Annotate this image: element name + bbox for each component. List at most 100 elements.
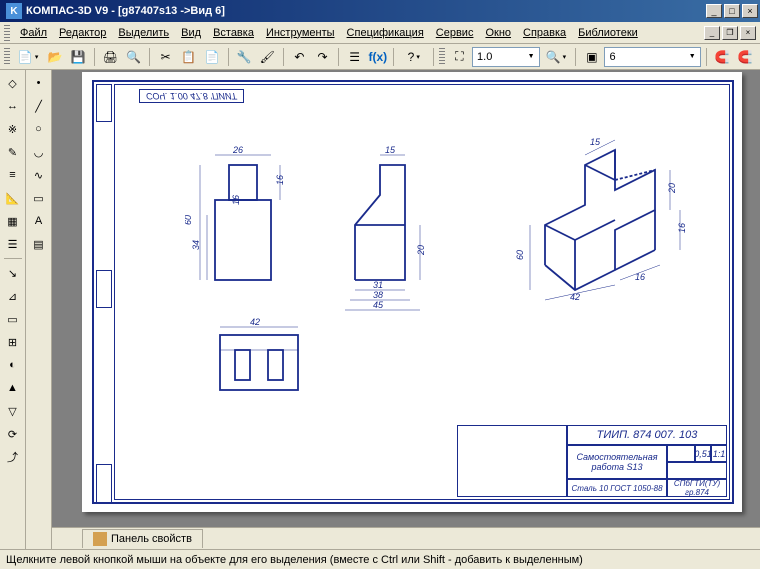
tool-icon-4[interactable]: ⊞ [2,331,24,353]
geom-point-icon[interactable]: • [28,72,50,94]
menu-view[interactable]: Вид [175,25,207,41]
drawing-sheet: СОЧ. 1.00 47.8 'ПИИТ 26 60 34 [82,72,742,512]
close-button[interactable]: × [742,4,758,18]
drawing-name: Самостоятельная работа S13 [567,445,667,479]
svg-text:38: 38 [373,290,383,300]
help-context-button[interactable]: ? [399,46,428,68]
print-button[interactable]: 🖨 [100,46,121,68]
drawing-code: ТИИП. 874 007. 103 [567,425,727,445]
tool-icon-5[interactable]: ◐ [2,354,24,376]
dimension-panel-icon[interactable]: ↔ [2,95,24,117]
tool-icon-8[interactable]: ⟳ [2,423,24,445]
properties-icon [93,532,107,546]
svg-text:16: 16 [231,195,241,205]
status-text: Щелкните левой кнопкой мыши на объекте д… [6,554,583,566]
menu-tools[interactable]: Инструменты [260,25,341,41]
svg-text:31: 31 [373,280,383,290]
spec-panel-icon[interactable]: ☰ [2,233,24,255]
titlebar: K КОМПАС-3D V9 - [g87407s13 ->Вид 6] _ □… [0,0,760,22]
tool-icon-6[interactable]: ▲ [2,377,24,399]
tool-icon-9[interactable]: ⤴ [2,446,24,468]
window-title: КОМПАС-3D V9 - [g87407s13 ->Вид 6] [26,5,706,17]
menubar: Файл Редактор Выделить Вид Вставка Инстр… [0,22,760,44]
svg-text:26: 26 [232,145,243,155]
select-panel-icon[interactable]: ▦ [2,210,24,232]
svg-text:34: 34 [191,240,201,250]
redo-button[interactable]: ↷ [312,46,333,68]
geom-rect-icon[interactable]: ▭ [28,187,50,209]
mdi-close-button[interactable]: × [740,26,756,40]
zoom-window-button[interactable]: ⛶ [449,46,470,68]
menu-spec[interactable]: Спецификация [341,25,430,41]
mdi-minimize-button[interactable]: _ [704,26,720,40]
symbol-panel-icon[interactable]: ※ [2,118,24,140]
measure-panel-icon[interactable]: 📐 [2,187,24,209]
org-cell: СПбГТИ(ТУ) гр.874 [667,479,727,497]
new-button[interactable]: 📄 [14,46,43,68]
preview-button[interactable]: 🔍 [123,46,144,68]
param-panel-icon[interactable]: ≡ [2,164,24,186]
svg-text:15: 15 [590,137,601,147]
paste-button[interactable]: 📄 [201,46,222,68]
compact-panel: ◇ ↔ ※ ✎ ≡ 📐 ▦ ☰ ↘ ⊿ ▭ ⊞ ◐ ▲ ▽ ⟳ ⤴ [0,70,26,549]
geom-arc-icon[interactable]: ◡ [28,141,50,163]
edit-panel-icon[interactable]: ✎ [2,141,24,163]
title-block: ТИИП. 874 007. 103 Самостоятельная работ… [457,425,727,497]
view-button[interactable]: ▣ [581,46,602,68]
menu-insert[interactable]: Вставка [207,25,260,41]
geom-hatch-icon[interactable]: ▤ [28,233,50,255]
zoom-button[interactable]: 🔍 [542,46,571,68]
geom-spline-icon[interactable]: ∿ [28,164,50,186]
bottom-panel: Панель свойств [52,527,760,549]
menubar-grip[interactable] [4,25,10,41]
svg-text:15: 15 [385,145,396,155]
toolbar-grip-2[interactable] [439,48,445,66]
svg-text:60: 60 [515,250,525,260]
menu-service[interactable]: Сервис [430,25,480,41]
snap-button[interactable]: 🧲 [712,46,733,68]
maximize-button[interactable]: □ [724,4,740,18]
tool-icon-2[interactable]: ⊿ [2,285,24,307]
svg-text:20: 20 [667,183,677,194]
snap2-button[interactable]: 🧲 [735,46,756,68]
save-button[interactable]: 💾 [68,46,89,68]
tool-icon-1[interactable]: ↘ [2,262,24,284]
menu-file[interactable]: Файл [14,25,53,41]
undo-button[interactable]: ↶ [289,46,310,68]
manager-button[interactable]: ☰ [344,46,365,68]
brush-button[interactable]: 🖌 [257,46,278,68]
menu-window[interactable]: Окно [479,25,517,41]
cut-button[interactable]: ✂ [155,46,176,68]
menu-libraries[interactable]: Библиотеки [572,25,644,41]
svg-text:60: 60 [185,215,193,225]
drawing-canvas[interactable]: СОЧ. 1.00 47.8 'ПИИТ 26 60 34 [52,70,760,549]
iso-view: 15 20 16 60 42 16 [505,125,715,325]
app-icon: K [6,3,22,19]
geom-text-icon[interactable]: A [28,210,50,232]
menu-select[interactable]: Выделить [112,25,175,41]
open-button[interactable]: 📂 [45,46,66,68]
tool-icon-7[interactable]: ▽ [2,400,24,422]
svg-text:42: 42 [570,292,580,302]
geom-circle-icon[interactable]: ○ [28,118,50,140]
statusbar: Щелкните левой кнопкой мыши на объекте д… [0,549,760,569]
menu-help[interactable]: Справка [517,25,572,41]
compact-panel-2: • ╱ ○ ◡ ∿ ▭ A ▤ [26,70,52,549]
mdi-restore-button[interactable]: ❐ [722,26,738,40]
toolbar-grip[interactable] [4,48,10,66]
copy-button[interactable]: 📋 [178,46,199,68]
properties-button[interactable]: 🔧 [234,46,255,68]
page-combo[interactable]: 6▼ [604,47,700,67]
geom-line-icon[interactable]: ╱ [28,95,50,117]
geometry-panel-icon[interactable]: ◇ [2,72,24,94]
workspace: ◇ ↔ ※ ✎ ≡ 📐 ▦ ☰ ↘ ⊿ ▭ ⊞ ◐ ▲ ▽ ⟳ ⤴ • ╱ ○ … [0,70,760,549]
menu-edit[interactable]: Редактор [53,25,112,41]
tool-icon-3[interactable]: ▭ [2,308,24,330]
svg-text:42: 42 [250,317,260,327]
properties-panel-tab[interactable]: Панель свойств [82,529,203,548]
minimize-button[interactable]: _ [706,4,722,18]
scale-combo[interactable]: 1.0▼ [472,47,539,67]
svg-text:16: 16 [275,175,285,185]
variables-button[interactable]: f(x) [367,46,388,68]
front-view: 26 60 34 16 16 [185,145,315,305]
